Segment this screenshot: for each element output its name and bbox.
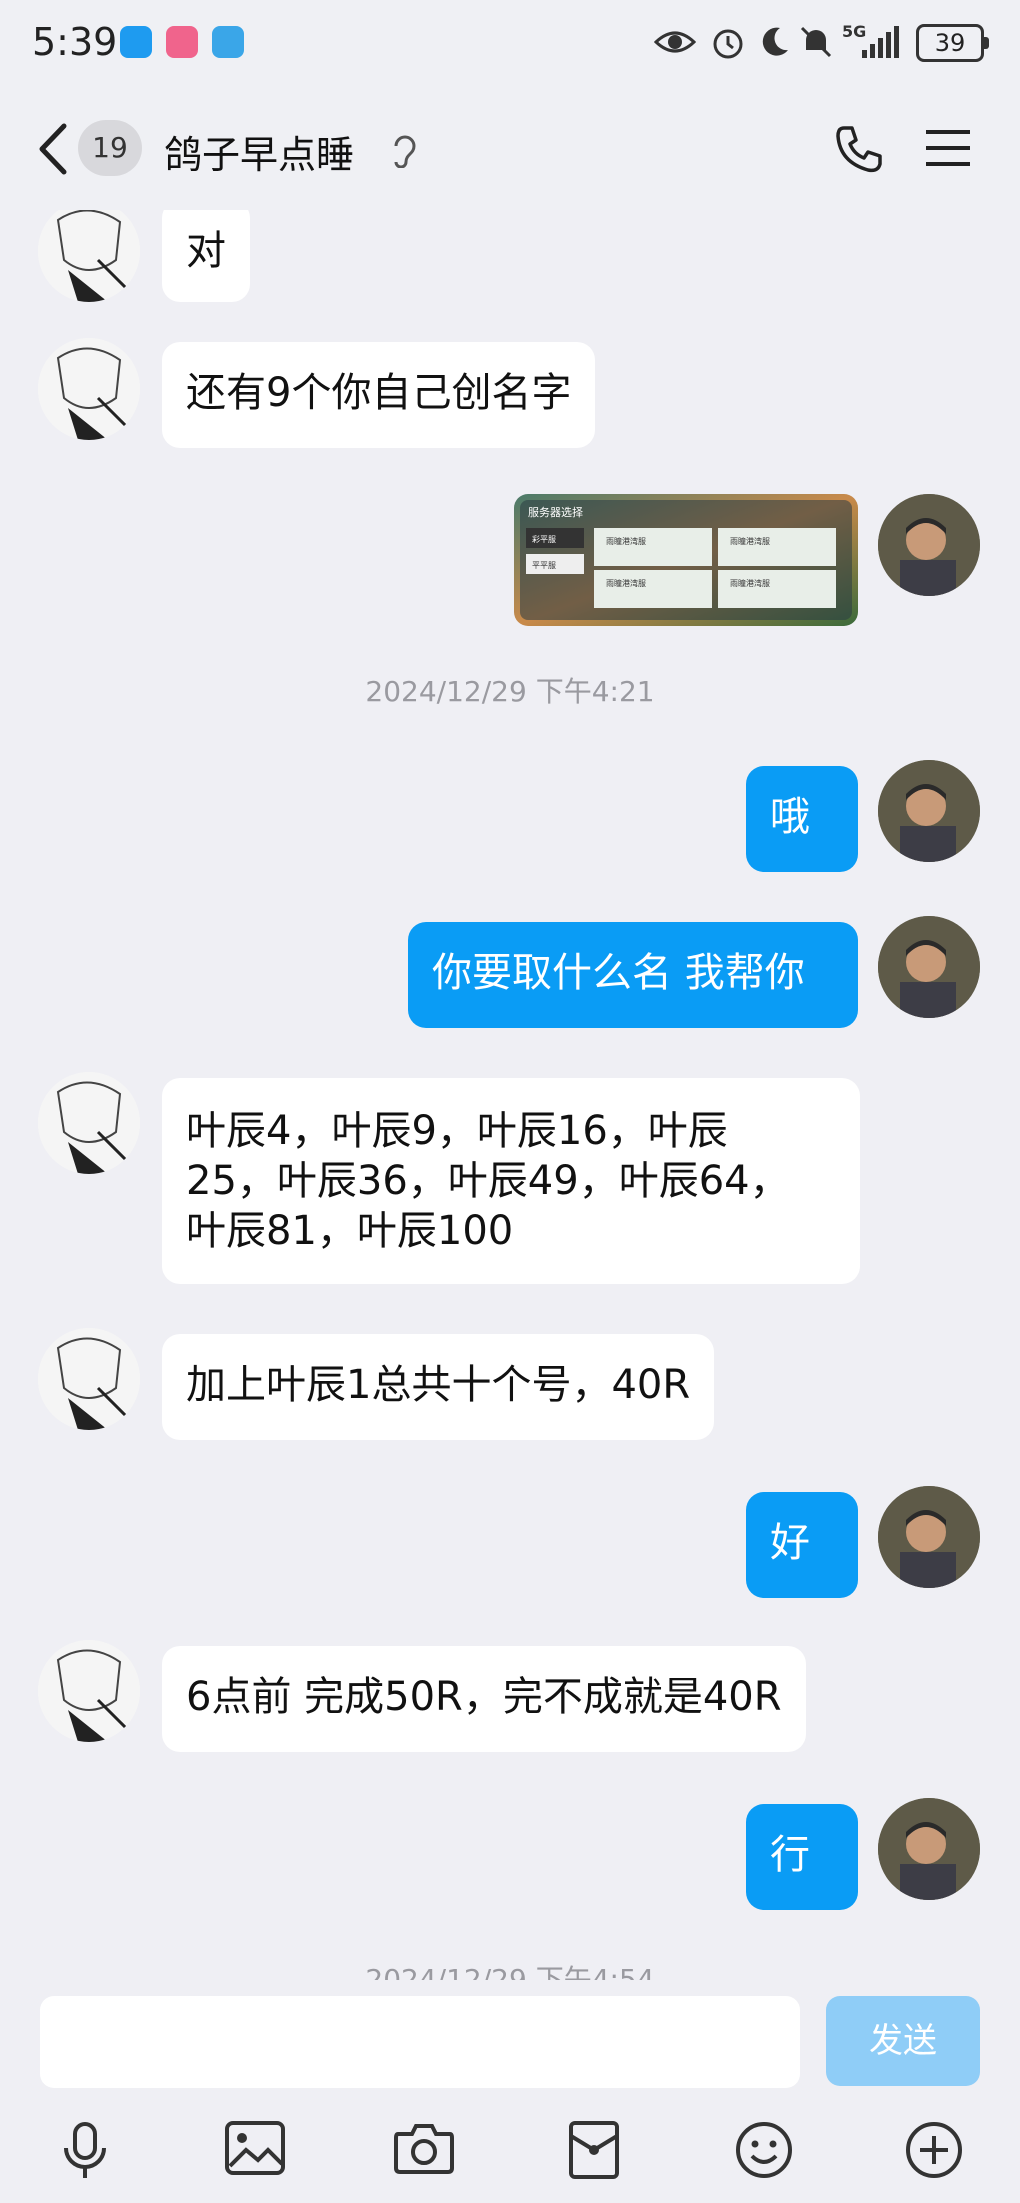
- image-icon[interactable]: [224, 2120, 286, 2176]
- image-tab-a: 彩平服: [532, 534, 556, 544]
- message-bubble-sent[interactable]: 你要取什么名 我帮你: [408, 922, 858, 1028]
- eye-icon: [654, 31, 696, 53]
- chat-header: 19 鸽子早点睡: [0, 88, 1020, 210]
- my-avatar[interactable]: [878, 1486, 980, 1588]
- input-bar: 发送: [0, 1980, 1020, 2203]
- message-line: 叶辰81，叶辰100: [186, 1208, 514, 1254]
- child-photo-avatar: [878, 760, 980, 862]
- alarm-icon: [713, 29, 743, 59]
- message-bubble-sent[interactable]: 行: [746, 1804, 858, 1910]
- child-photo-avatar: [878, 916, 980, 1018]
- my-avatar[interactable]: [878, 1798, 980, 1900]
- status-time: 5:39: [32, 20, 118, 64]
- image-server-a: 雨瞳港湾服: [606, 536, 646, 546]
- bilibili-app-icon: [166, 26, 198, 58]
- message-bubble-received[interactable]: 加上叶辰1总共十个号，40R: [162, 1334, 715, 1440]
- chat-app-icon: [120, 26, 152, 58]
- camera-icon[interactable]: [392, 2120, 456, 2176]
- microphone-icon[interactable]: [60, 2120, 110, 2182]
- plus-icon[interactable]: [904, 2120, 964, 2180]
- message-bubble-received[interactable]: 叶辰4，叶辰9，叶辰16，叶辰 25，叶辰36，叶辰49，叶辰64， 叶辰81，…: [162, 1078, 860, 1284]
- moon-icon: [762, 27, 788, 56]
- message-bubble-received[interactable]: 对: [162, 210, 250, 302]
- earpiece-mode-icon: [394, 135, 416, 168]
- mute-bell-icon: [800, 26, 832, 58]
- manga-avatar-image: [38, 338, 140, 440]
- red-packet-icon[interactable]: [568, 2120, 620, 2180]
- manga-avatar-image: [38, 1072, 140, 1174]
- my-avatar[interactable]: [878, 916, 980, 1018]
- emoji-icon[interactable]: [734, 2120, 794, 2180]
- message-bubble-received[interactable]: 还有9个你自己创名字: [162, 342, 596, 448]
- image-title-text: 服务器选择: [528, 505, 583, 519]
- image-server-d: 雨瞳港湾服: [730, 578, 770, 588]
- send-button[interactable]: 发送: [826, 1996, 980, 2086]
- my-avatar[interactable]: [878, 494, 980, 596]
- manga-avatar-image: [38, 1328, 140, 1430]
- phone-call-icon[interactable]: [834, 124, 884, 174]
- child-photo-avatar: [878, 494, 980, 596]
- contact-avatar[interactable]: [38, 338, 140, 440]
- child-photo-avatar: [878, 1798, 980, 1900]
- image-server-b: 雨瞳港湾服: [730, 536, 770, 546]
- message-bubble-received[interactable]: 6点前 完成50R，完不成就是40R: [162, 1646, 806, 1752]
- message-line: 叶辰4，叶辰9，叶辰16，叶辰: [186, 1108, 728, 1154]
- manga-avatar-image: [38, 1640, 140, 1742]
- image-server-c: 雨瞳港湾服: [606, 578, 646, 588]
- message-bubble-sent[interactable]: 好: [746, 1492, 858, 1598]
- battery-indicator: 39: [916, 24, 989, 62]
- weather-app-icon: [212, 26, 244, 58]
- contact-avatar[interactable]: [38, 210, 140, 302]
- unread-count-badge[interactable]: 19: [78, 120, 142, 176]
- message-bubble-sent[interactable]: 哦: [746, 766, 858, 872]
- image-tab-b: 平平服: [532, 561, 556, 570]
- message-input[interactable]: [40, 1996, 800, 2088]
- server-select-screenshot: 服务器选择 彩平服 平平服 雨瞳港湾服 雨瞳港湾服 雨瞳港湾服 雨瞳港湾服: [514, 494, 858, 626]
- my-avatar[interactable]: [878, 760, 980, 862]
- message-timestamp: 2024/12/29 下午4:54: [365, 1963, 655, 1980]
- manga-avatar-image: [38, 210, 140, 302]
- menu-icon[interactable]: [926, 128, 970, 168]
- image-message[interactable]: 服务器选择 彩平服 平平服 雨瞳港湾服 雨瞳港湾服 雨瞳港湾服 雨瞳港湾服: [514, 494, 858, 626]
- contact-avatar[interactable]: [38, 1072, 140, 1174]
- message-line: 25，叶辰36，叶辰49，叶辰64，: [186, 1158, 790, 1204]
- chat-title[interactable]: 鸽子早点睡: [164, 124, 354, 179]
- contact-avatar[interactable]: [38, 1328, 140, 1430]
- signal-icon: [862, 26, 899, 58]
- message-list[interactable]: 对 还有9个你自己创名字 服务器选择 彩平服 平平服 雨瞳港湾服 雨瞳港湾服 雨…: [0, 210, 1020, 1980]
- message-timestamp: 2024/12/29 下午4:21: [365, 675, 655, 708]
- status-bar: 5:39 5G 39: [0, 0, 1020, 88]
- contact-avatar[interactable]: [38, 1640, 140, 1742]
- child-photo-avatar: [878, 1486, 980, 1588]
- back-arrow-icon[interactable]: [36, 122, 70, 176]
